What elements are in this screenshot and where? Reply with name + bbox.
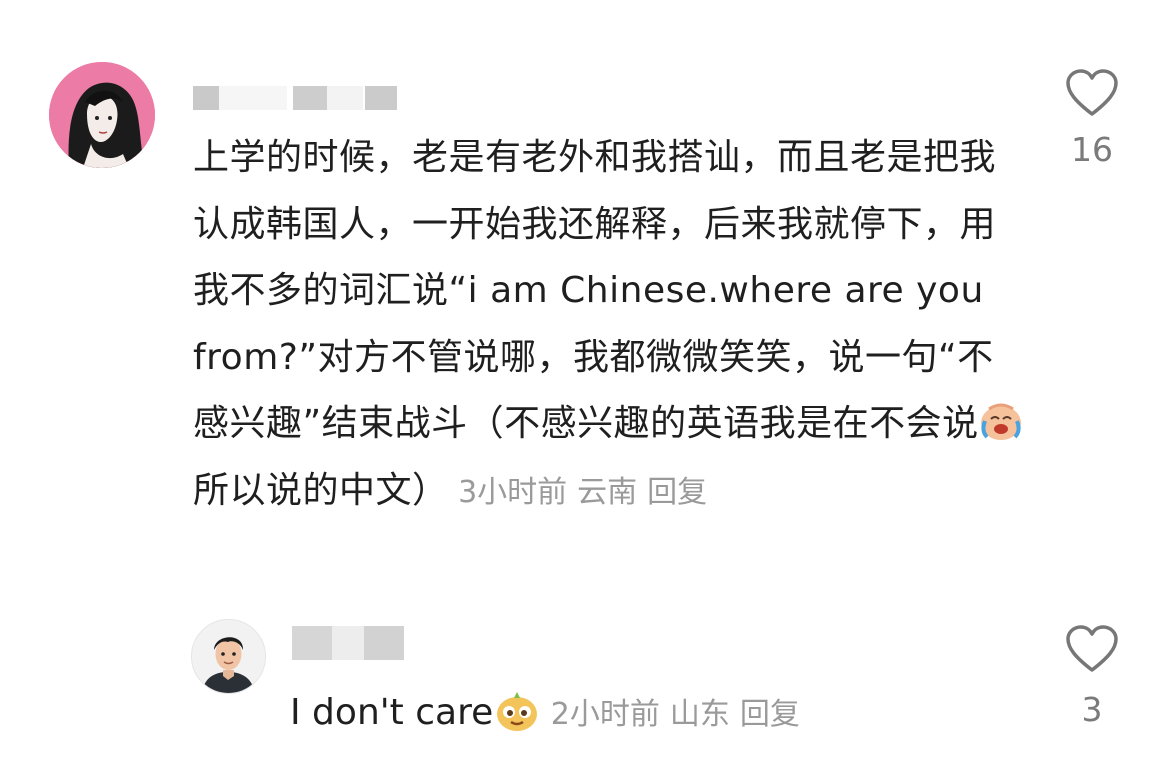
reply-time: 2小时前 [550,697,660,732]
comment-meta: 3小时前 云南 回复 [449,475,718,510]
commenter-name[interactable] [193,86,403,110]
reply-location: 山东 [669,697,730,732]
heart-outline-icon [1066,69,1118,116]
comment-text: 上学的时候，老是有老外和我搭讪，而且老是把我认成韩国人，一开始我还解释，后来我就… [193,137,997,444]
reply-text: I don't care [290,692,494,733]
comment-time: 3小时前 [458,474,568,510]
reply-body: I don't care 2小时前 山东 回复 [290,686,930,742]
replier-avatar[interactable] [191,619,266,694]
mischievous-face-emoji-icon [493,686,541,734]
reply-like-button[interactable]: 3 [1052,624,1132,728]
comment-location: 云南 [577,474,638,510]
reply-like-count: 3 [1081,690,1103,729]
comment-like-count: 16 [1071,130,1113,169]
reply-meta: 2小时前 山东 回复 [541,697,810,732]
crying-laughing-emoji-icon [979,401,1023,441]
commenter-avatar[interactable] [49,62,155,168]
heart-outline-icon [1066,625,1118,672]
comment-reply-button[interactable]: 回复 [647,475,707,510]
comment-text-continued: 所以说的中文） [193,469,449,511]
comment-body: 上学的时候，老是有老外和我搭讪，而且老是把我认成韩国人，一开始我还解释，后来我就… [193,125,1023,526]
comment-like-button[interactable]: 16 [1052,68,1132,168]
replier-name[interactable] [292,626,404,660]
reply-reply-button[interactable]: 回复 [740,697,800,732]
